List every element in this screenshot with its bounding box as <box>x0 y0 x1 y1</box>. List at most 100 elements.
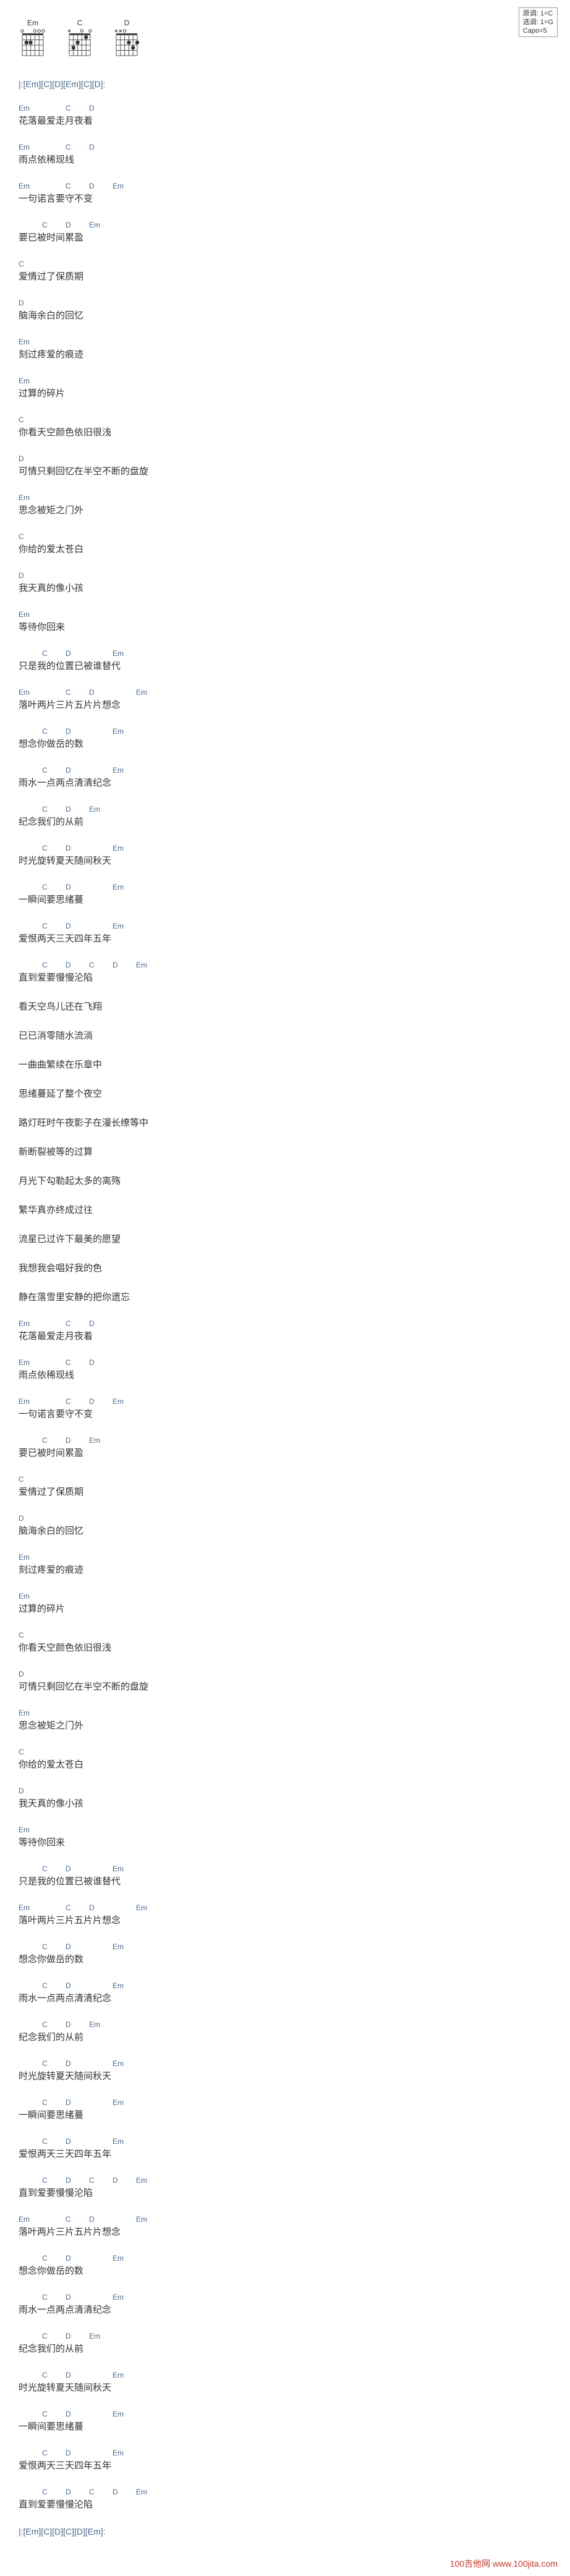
chord-grid-icon <box>113 28 141 61</box>
lyric-text: 雨点依稀现线 <box>19 153 570 166</box>
chord-symbol <box>89 2059 104 2068</box>
lyric-text: 等待你回来 <box>19 1835 570 1848</box>
chord-symbol <box>19 922 33 930</box>
chord-symbol: D <box>89 143 104 151</box>
chord-symbol: Em <box>19 182 33 190</box>
lyric-line: EmCDEm落叶两片三片五片片想念 <box>19 688 570 711</box>
lyric-text: 路灯旺时午夜影子在漫长缭等中 <box>19 1116 570 1129</box>
lyric-line: CDCDEm直到爱要慢慢沦陷 <box>19 2176 570 2199</box>
chord-row: D <box>19 454 570 463</box>
lyric-text: 爱情过了保质期 <box>19 270 570 283</box>
chord-row: CDEm <box>19 922 570 930</box>
chord-row: CDEm <box>19 766 570 775</box>
lyric-line: C你看天空颜色依旧很浅 <box>19 415 570 438</box>
chord-symbol: Em <box>19 493 33 502</box>
chord-symbol: C <box>42 2293 57 2302</box>
chord-symbol <box>42 688 57 697</box>
watermark: 100吉他网 www.100jita.com <box>450 2557 558 2570</box>
lyric-text: 我天真的像小孩 <box>19 1796 570 1809</box>
chord-symbol <box>113 688 127 697</box>
chord-symbol: D <box>66 2293 80 2302</box>
chord-symbol <box>42 2215 57 2224</box>
chord-symbol: C <box>66 1903 80 1912</box>
chord-row: Em <box>19 1709 570 1717</box>
lyric-text: 直到爱要慢慢沦陷 <box>19 2186 570 2199</box>
chord-symbol <box>113 1903 127 1912</box>
lyric-text: 新断裂被等的过算 <box>19 1145 570 1158</box>
chord-symbol: D <box>66 2098 80 2107</box>
chord-row: CDEm <box>19 2371 570 2379</box>
lyric-line: CDEm纪念我们的从前 <box>19 2020 570 2043</box>
lyric-text: 我想我会唱好我的色 <box>19 1261 570 1274</box>
chord-symbol: C <box>42 2449 57 2457</box>
chord-symbol: C <box>42 961 57 969</box>
lyric-text: 爱恨两天三天四年五年 <box>19 932 570 945</box>
lyric-text: 看天空鸟儿还在飞翔 <box>19 1000 570 1013</box>
tuning-info-box: 原调: 1=C 选调: 1=G Capo=5 <box>519 7 558 37</box>
chord-row: Em <box>19 376 570 385</box>
lyric-text: 过算的碎片 <box>19 1602 570 1615</box>
lyric-line: D可情只剩回忆在半空不断的盘旋 <box>19 1670 570 1693</box>
lyric-text: 过算的碎片 <box>19 386 570 399</box>
lyric-line: CDEm只是我的位置已被谁替代 <box>19 1864 570 1887</box>
chord-row: EmCDEm <box>19 688 570 697</box>
lyric-line: CDEm想念你做岳的数 <box>19 727 570 750</box>
lyric-line: CDEm一瞬间要思绪蔓 <box>19 2098 570 2121</box>
lyric-line: 思绪蔓延了整个夜空 <box>19 1087 570 1100</box>
chord-symbol: D <box>66 2410 80 2418</box>
chord-diagrams: EmCD <box>19 19 570 61</box>
lyric-text: 时光旋转夏天随间秋天 <box>19 854 570 867</box>
lyric-line: D脑海余白的回忆 <box>19 299 570 321</box>
lyric-text: 等待你回来 <box>19 620 570 633</box>
lyric-line: EmCDEm落叶两片三片五片片想念 <box>19 1903 570 1926</box>
chord-symbol <box>89 2449 104 2457</box>
chord-symbol: Em <box>19 376 33 385</box>
chord-diagram-name: D <box>124 19 130 27</box>
chord-symbol <box>19 2176 33 2185</box>
chord-symbol: Em <box>19 104 33 113</box>
chord-symbol <box>19 2488 33 2496</box>
chord-symbol <box>42 143 57 151</box>
chord-row: C <box>19 260 570 268</box>
chord-row: Em <box>19 1553 570 1562</box>
chord-symbol: D <box>19 1787 33 1795</box>
lyric-line: EmCDEm一句诺言要守不变 <box>19 1397 570 1420</box>
lyric-text: 一曲曲繁续在乐章中 <box>19 1058 570 1071</box>
chord-symbol: C <box>42 883 57 891</box>
chord-symbol: C <box>66 2215 80 2224</box>
chord-symbol <box>19 883 33 891</box>
chord-symbol: D <box>89 1319 104 1328</box>
chord-symbol: D <box>66 221 80 229</box>
lyric-text: 爱恨两天三天四年五年 <box>19 2147 570 2160</box>
chord-symbol: Em <box>113 2059 127 2068</box>
chord-symbol: Em <box>113 1942 127 1951</box>
chord-row: C <box>19 1748 570 1756</box>
chord-symbol <box>42 1903 57 1912</box>
chord-symbol <box>19 2449 33 2457</box>
chord-symbol: D <box>89 182 104 190</box>
chord-row: Em <box>19 1592 570 1600</box>
chord-grid-icon <box>66 28 94 61</box>
lyric-text: 繁华真亦终成过往 <box>19 1203 570 1216</box>
chord-symbol: D <box>66 961 80 969</box>
chord-symbol: D <box>66 883 80 891</box>
chord-symbol <box>19 1942 33 1951</box>
chord-diagram-name: Em <box>27 19 38 27</box>
chord-symbol: C <box>42 2410 57 2418</box>
chord-symbol <box>19 2254 33 2263</box>
lyric-line: Em思念被矩之门外 <box>19 493 570 516</box>
lyric-text: 已已消零随水流淌 <box>19 1029 570 1042</box>
lyric-line: CDEm时光旋转夏天随间秋天 <box>19 2059 570 2082</box>
chord-symbol <box>89 2098 104 2107</box>
chord-row: Em <box>19 493 570 502</box>
chord-symbol: C <box>42 2488 57 2496</box>
chord-symbol <box>89 2137 104 2146</box>
lyric-text: 花落最爱走月夜着 <box>19 114 570 127</box>
chord-fretboard <box>66 28 94 61</box>
lyric-text: 爱情过了保质期 <box>19 1485 570 1498</box>
chord-symbol: C <box>42 649 57 658</box>
chord-symbol: C <box>42 1942 57 1951</box>
lyric-line: CDEm要已被时间累盈 <box>19 1436 570 1459</box>
chord-symbol <box>19 961 33 969</box>
chord-symbol: Em <box>113 182 127 190</box>
